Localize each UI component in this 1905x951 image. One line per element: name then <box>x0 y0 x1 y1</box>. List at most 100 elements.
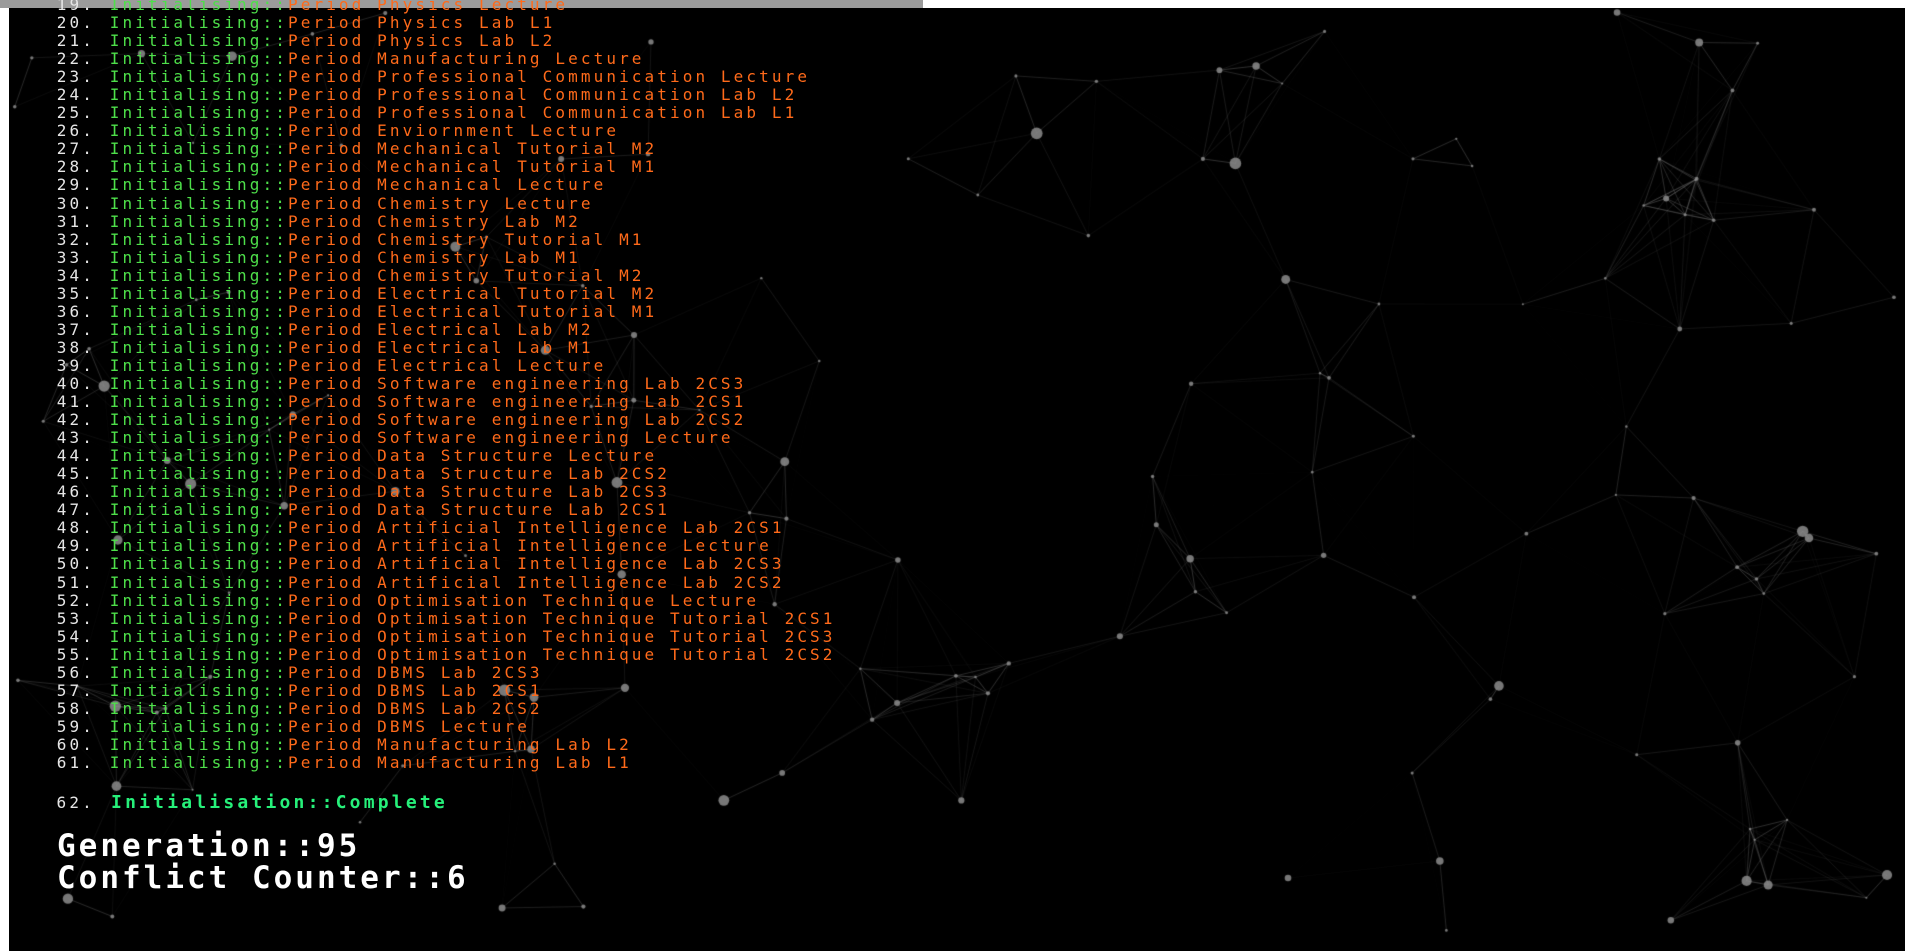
log-line: 26. Initialising::Period Enviornment Lec… <box>0 122 836 140</box>
log-line-separator: :: <box>262 301 288 321</box>
log-line-number: 34. <box>56 265 95 285</box>
log-line-separator: :: <box>262 482 288 502</box>
log-line-space <box>364 230 377 249</box>
log-line-prefix: Initialising <box>109 157 263 177</box>
log-line-number: 40. <box>56 373 95 393</box>
log-line-period-word: Period <box>288 410 365 430</box>
log-line-space <box>364 410 377 429</box>
log-line-number: 42. <box>56 410 95 430</box>
log-line: 46. Initialising::Period Data Structure … <box>0 483 836 501</box>
log-line-separator: :: <box>262 319 288 339</box>
log-line-period-name: DBMS Lab 2CS1 <box>377 680 543 700</box>
stats-panel: Generation::95 Conflict Counter::6 <box>57 830 469 894</box>
log-line-period-word: Period <box>288 301 365 321</box>
log-line: 58. Initialising::Period DBMS Lab 2CS2 <box>0 698 836 718</box>
log-line-separator: :: <box>262 49 288 69</box>
log-line-separator: :: <box>262 464 288 484</box>
log-line: 39. Initialising::Period Electrical Lect… <box>0 355 836 375</box>
log-line-period-name: Optimisation Technique Tutorial 2CS3 <box>377 626 836 646</box>
log-line-separator: :: <box>262 85 288 105</box>
log-line: 40. Initialising::Period Software engine… <box>0 373 836 393</box>
log-line-prefix: Initialising <box>109 355 263 375</box>
log-line-period-name: Data Structure Lab 2CS3 <box>377 482 670 502</box>
log-line-prefix: Initialising <box>109 518 263 538</box>
log-line-space <box>364 735 377 754</box>
log-line-period-word: Period <box>288 49 365 69</box>
log-line-period-word: Period <box>288 139 365 159</box>
log-line: 38. Initialising::Period Electrical Lab … <box>0 337 836 357</box>
log-line: 25. Initialising::Period Professional Co… <box>0 104 836 122</box>
log-line-period-word: Period <box>288 193 365 213</box>
log-line-number: 33. <box>56 247 95 267</box>
log-line-space <box>364 536 377 555</box>
log-line-space <box>364 85 377 104</box>
log-line-number: 55. <box>56 644 95 664</box>
log-line-number: 57. <box>56 680 95 700</box>
log-line-space <box>364 212 377 231</box>
log-line-prefix: Initialising <box>109 67 263 87</box>
generation-counter: Generation::95 <box>57 828 361 864</box>
log-line-space <box>364 67 377 86</box>
log-line-period-name: Artificial Intelligence Lecture <box>377 536 772 556</box>
log-line-period-word: Period <box>288 752 365 772</box>
log-line-period-word: Period <box>288 337 365 357</box>
log-line-separator: :: <box>262 608 288 628</box>
log-line-period-name: Software engineering Lecture <box>377 428 734 448</box>
log-line-period-word: Period <box>288 518 365 538</box>
log-line-separator: :: <box>262 716 288 736</box>
log-line-period-word: Period <box>288 121 365 141</box>
log-line-separator: :: <box>262 500 288 520</box>
initialisation-log: 19. Initialising::Period Physics Lecture… <box>0 0 836 772</box>
completion-line: 62. Initialisation::Complete <box>0 792 448 813</box>
log-line-period-word: Period <box>288 554 365 574</box>
log-line-period-word: Period <box>288 283 365 303</box>
log-line-separator: :: <box>262 229 288 249</box>
log-line-space <box>364 663 377 682</box>
log-line-period-word: Period <box>288 698 365 718</box>
completion-text: Initialisation::Complete <box>111 792 448 813</box>
log-line-separator: :: <box>262 0 288 14</box>
log-line-prefix: Initialising <box>109 662 263 682</box>
log-line: 53. Initialising::Period Optimisation Te… <box>0 608 836 628</box>
log-line-prefix: Initialising <box>109 247 263 267</box>
log-line: 35. Initialising::Period Electrical Tuto… <box>0 283 836 303</box>
log-line: 55. Initialising::Period Optimisation Te… <box>0 644 836 664</box>
log-line: 36. Initialising::Period Electrical Tuto… <box>0 301 836 321</box>
log-line: 61. Initialising::Period Manufacturing L… <box>0 752 836 772</box>
log-line-separator: :: <box>262 536 288 556</box>
log-line-space <box>364 627 377 646</box>
log-line: 59. Initialising::Period DBMS Lecture <box>0 716 836 736</box>
log-line-prefix: Initialising <box>109 446 263 466</box>
log-line-prefix: Initialising <box>109 121 263 141</box>
log-line-period-name: Physics Lab L1 <box>377 13 556 33</box>
log-line-space <box>364 464 377 483</box>
log-line-separator: :: <box>262 157 288 177</box>
log-line-separator: :: <box>262 283 288 303</box>
log-line-separator: :: <box>262 446 288 466</box>
log-line-space <box>364 753 377 772</box>
log-line-number: 54. <box>56 626 95 646</box>
log-line-separator: :: <box>262 680 288 700</box>
log-line-period-name: Professional Communication Lab L1 <box>377 103 798 123</box>
log-line-prefix: Initialising <box>109 0 263 14</box>
log-line: 22. Initialising::Period Manufacturing L… <box>0 50 836 68</box>
log-line-prefix: Initialising <box>109 103 263 123</box>
log-line: 60. Initialising::Period Manufacturing L… <box>0 734 836 754</box>
log-line-period-word: Period <box>288 734 365 754</box>
log-line: 29. Initialising::Period Mechanical Lect… <box>0 176 836 194</box>
log-line-prefix: Initialising <box>109 410 263 430</box>
log-line-separator: :: <box>262 67 288 87</box>
log-line-space <box>364 338 377 357</box>
log-line: 33. Initialising::Period Chemistry Lab M… <box>0 247 836 267</box>
log-line-period-name: Electrical Lab M2 <box>377 319 594 339</box>
log-line-separator: :: <box>262 211 288 231</box>
log-line-separator: :: <box>262 193 288 213</box>
log-line-number: 53. <box>56 608 95 628</box>
log-line-separator: :: <box>262 392 288 412</box>
log-line-number: 32. <box>56 229 95 249</box>
log-line-period-name: Chemistry Lecture <box>377 193 594 213</box>
log-line-space <box>364 681 377 700</box>
log-line-space <box>364 248 377 267</box>
log-line-space <box>364 392 377 411</box>
log-line: 51. Initialising::Period Artificial Inte… <box>0 573 836 592</box>
